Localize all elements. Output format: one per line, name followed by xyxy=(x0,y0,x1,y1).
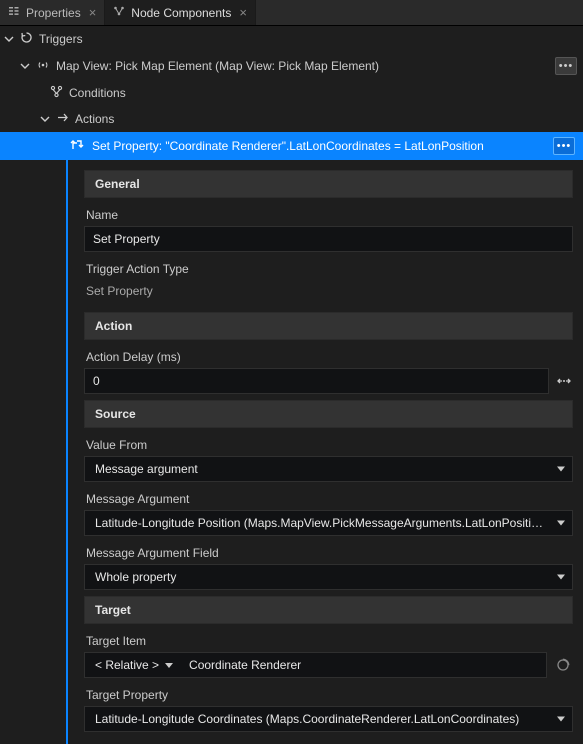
form: General Name Trigger Action Type Set Pro… xyxy=(68,160,583,744)
tab-bar: Properties × Node Components × xyxy=(0,0,583,26)
chevron-down-icon xyxy=(165,663,173,668)
label-target-property: Target Property xyxy=(84,684,573,706)
tree-label: Map View: Pick Map Element (Map View: Pi… xyxy=(56,59,549,73)
more-button[interactable]: ••• xyxy=(553,137,575,155)
section-general: General xyxy=(84,170,573,198)
label-value-from: Value From xyxy=(84,434,573,456)
tree-row-conditions[interactable]: Conditions xyxy=(0,80,583,106)
expand-horizontal-icon[interactable] xyxy=(555,372,573,390)
expand-arrow-icon[interactable] xyxy=(4,34,14,44)
message-argument-field-select[interactable]: Whole property xyxy=(84,564,573,590)
selected-action-label: Set Property: "Coordinate Renderer".LatL… xyxy=(92,139,545,153)
label-target-item: Target Item xyxy=(84,630,573,652)
target-item-name: Coordinate Renderer xyxy=(179,653,546,677)
details-pane: General Name Trigger Action Type Set Pro… xyxy=(0,160,583,744)
tree-gutter xyxy=(0,160,68,744)
target-item-control[interactable]: < Relative > Coordinate Renderer xyxy=(84,652,547,678)
tree-row-trigger[interactable]: Map View: Pick Map Element (Map View: Pi… xyxy=(0,52,583,80)
action-delay-input[interactable] xyxy=(84,368,549,394)
tab-label: Node Components xyxy=(131,6,231,20)
tab-properties[interactable]: Properties × xyxy=(0,0,105,25)
close-icon[interactable]: × xyxy=(89,5,97,20)
signal-icon xyxy=(36,59,50,74)
panel: Triggers Map View: Pick Map Element (Map… xyxy=(0,26,583,744)
section-source: Source xyxy=(84,400,573,428)
close-icon[interactable]: × xyxy=(239,5,247,20)
message-argument-select[interactable]: Latitude-Longitude Position (Maps.MapVie… xyxy=(84,510,573,536)
tree-label: Conditions xyxy=(69,86,126,100)
tab-label: Properties xyxy=(26,6,81,20)
components-icon xyxy=(113,5,125,20)
tree-label: Triggers xyxy=(39,32,83,46)
action-icon xyxy=(56,111,69,127)
value-from-select[interactable]: Message argument xyxy=(84,456,573,482)
label-target-property-field: Target Property Field xyxy=(84,738,573,744)
label-name: Name xyxy=(84,204,573,226)
tree-row-triggers[interactable]: Triggers xyxy=(0,26,583,52)
label-message-argument: Message Argument xyxy=(84,488,573,510)
name-input[interactable] xyxy=(84,226,573,252)
tree-row-selected-action[interactable]: Set Property: "Coordinate Renderer".LatL… xyxy=(0,132,583,160)
trigger-action-type-value: Set Property xyxy=(84,280,573,306)
refresh-icon xyxy=(20,31,33,47)
branch-icon xyxy=(50,85,63,101)
label-action-delay: Action Delay (ms) xyxy=(84,346,573,368)
target-item-relative-select[interactable]: < Relative > xyxy=(85,653,179,677)
set-property-icon xyxy=(70,138,84,155)
relative-value: < Relative > xyxy=(95,658,159,672)
tree-label: Actions xyxy=(75,112,114,126)
expand-arrow-icon[interactable] xyxy=(40,114,50,124)
tree-row-actions[interactable]: Actions xyxy=(0,106,583,132)
label-trigger-action-type: Trigger Action Type xyxy=(84,258,573,280)
more-button[interactable]: ••• xyxy=(555,57,577,75)
tab-node-components[interactable]: Node Components × xyxy=(105,0,256,25)
properties-icon xyxy=(8,5,20,20)
expand-arrow-icon[interactable] xyxy=(20,61,30,71)
label-message-argument-field: Message Argument Field xyxy=(84,542,573,564)
section-action: Action xyxy=(84,312,573,340)
locate-icon[interactable] xyxy=(553,655,573,675)
target-property-select[interactable]: Latitude-Longitude Coordinates (Maps.Coo… xyxy=(84,706,573,732)
section-target: Target xyxy=(84,596,573,624)
